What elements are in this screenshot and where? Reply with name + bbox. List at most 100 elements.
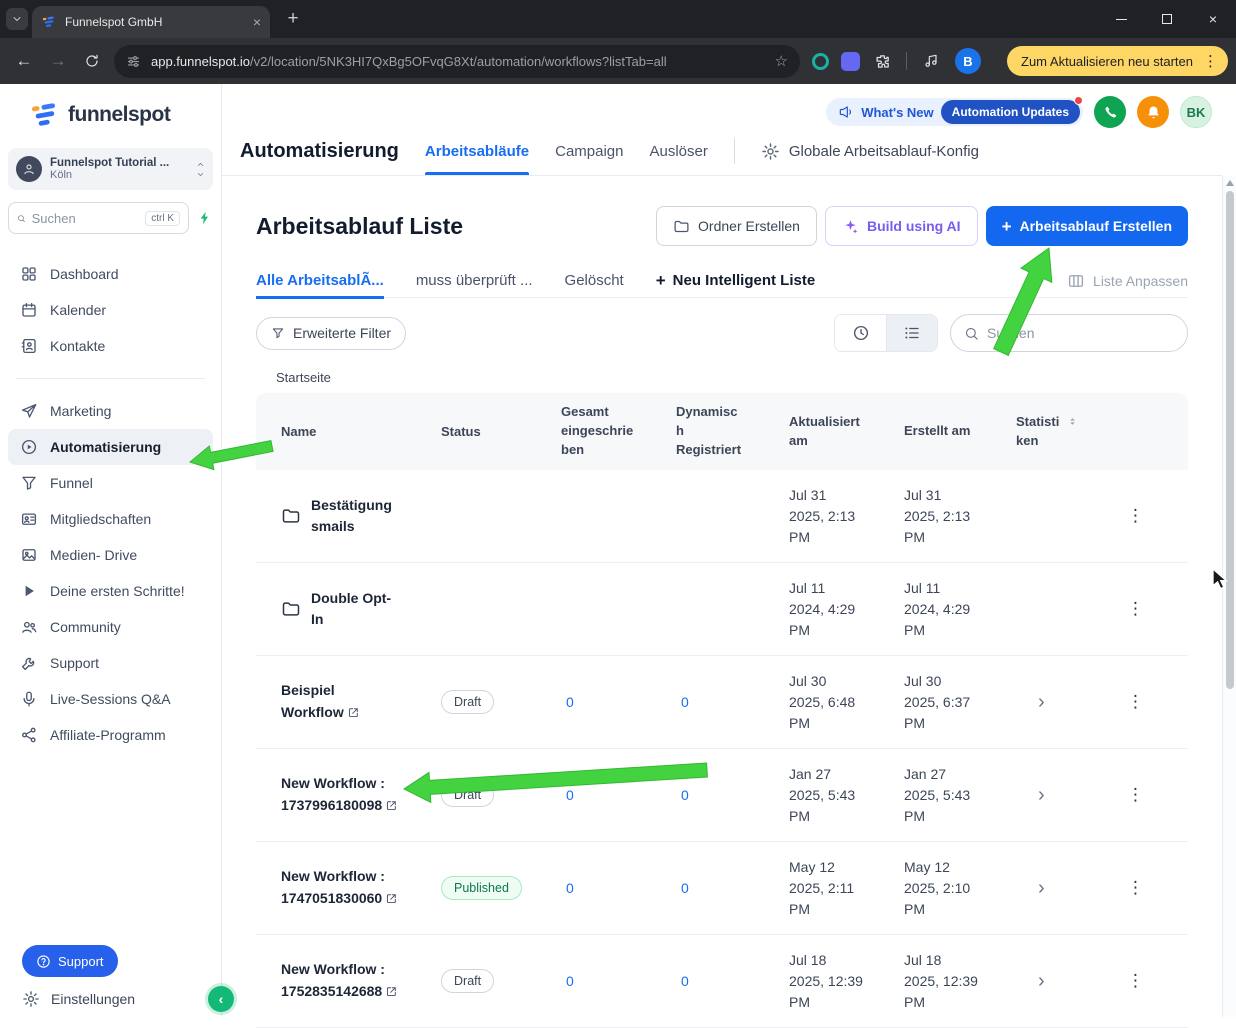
create-workflow-button[interactable]: + Arbeitsablauf Erstellen	[985, 206, 1188, 246]
table-row[interactable]: New Workflow : 1752835142688 Draft 0 0 J…	[256, 935, 1188, 1028]
dynamic-count[interactable]: 0	[681, 787, 689, 803]
external-link-icon[interactable]	[385, 985, 398, 998]
user-avatar[interactable]: BK	[1180, 96, 1212, 128]
sidebar-search-input[interactable]	[31, 210, 140, 226]
new-tab-button[interactable]: +	[280, 8, 306, 30]
sidebar-item-medien-drive[interactable]: Medien- Drive	[8, 537, 213, 573]
enrolled-count[interactable]: 0	[566, 973, 574, 989]
table-row[interactable]: New Workflow : 1747051830060 Published 0…	[256, 842, 1188, 935]
table-row[interactable]: New Workflow : 1737996180098 Draft 0 0 J…	[256, 749, 1188, 842]
dynamic-count[interactable]: 0	[681, 880, 689, 896]
site-settings-icon[interactable]	[126, 54, 141, 69]
workflow-name[interactable]: New Workflow : 1752835142688	[281, 961, 385, 999]
browser-profile-avatar[interactable]: B	[955, 48, 981, 74]
sidebar-item-automatisierung[interactable]: Automatisierung	[8, 429, 213, 465]
tab-search-button[interactable]	[6, 8, 28, 30]
window-minimize-button[interactable]	[1098, 0, 1144, 38]
row-menu-icon[interactable]: ⋮	[1127, 785, 1144, 804]
breadcrumb[interactable]: Startseite	[276, 370, 1188, 385]
row-menu-icon[interactable]: ⋮	[1127, 599, 1144, 618]
table-search-input[interactable]	[987, 325, 1174, 341]
advanced-filter-button[interactable]: Erweiterte Filter	[256, 316, 407, 350]
bookmark-star-icon[interactable]: ☆	[775, 52, 788, 70]
forward-button[interactable]: →	[42, 45, 74, 77]
browser-tab[interactable]: Funnelspot GmbH ×	[32, 6, 270, 38]
browser-menu-icon[interactable]: ⋮	[1199, 52, 1222, 70]
sidebar-item-affiliate[interactable]: Affiliate-Programm	[8, 717, 213, 753]
table-search[interactable]	[950, 314, 1188, 352]
support-floating-button[interactable]: Support	[22, 945, 118, 977]
sidebar-item-kontakte[interactable]: Kontakte	[8, 328, 213, 364]
sidebar-item-live-sessions[interactable]: Live-Sessions Q&A	[8, 681, 213, 717]
sidebar-search[interactable]: ctrl K	[8, 202, 189, 234]
sidebar-item-mitgliedschaften[interactable]: Mitgliedschaften	[8, 501, 213, 537]
history-view-button[interactable]	[835, 315, 886, 351]
enrolled-count[interactable]: 0	[566, 880, 574, 896]
restart-to-update-button[interactable]: Zum Aktualisieren neu starten ⋮	[1007, 46, 1228, 76]
list-tab-muss-ueberprueft[interactable]: muss überprüft ...	[416, 264, 533, 298]
sidebar-item-community[interactable]: Community	[8, 609, 213, 645]
list-view-button[interactable]	[886, 315, 937, 351]
back-button[interactable]: ←	[8, 45, 40, 77]
table-row[interactable]: Beispiel Workflow Draft 0 0 Jul 30 2025,…	[256, 656, 1188, 749]
row-chevron-icon[interactable]: ›	[1038, 970, 1045, 992]
new-smart-list-button[interactable]: + Neu Intelligent Liste	[656, 264, 815, 298]
folder-name[interactable]: Bestätigung smails	[311, 495, 397, 537]
external-link-icon[interactable]	[347, 706, 360, 719]
global-workflow-config-link[interactable]: Globale Arbeitsablauf-Konfig	[761, 142, 979, 161]
tab-ausloeser[interactable]: Auslöser	[649, 127, 707, 175]
bolt-icon[interactable]	[197, 210, 213, 226]
folder-name[interactable]: Double Opt-In	[311, 588, 397, 630]
scrollbar-thumb[interactable]	[1225, 191, 1234, 689]
tab-campaign[interactable]: Campaign	[555, 127, 623, 175]
customize-list-button[interactable]: Liste Anpassen	[1067, 272, 1188, 290]
dynamic-count[interactable]: 0	[681, 973, 689, 989]
workflow-name[interactable]: Beispiel Workflow	[281, 682, 344, 720]
row-menu-icon[interactable]: ⋮	[1127, 878, 1144, 897]
address-bar[interactable]: app.funnelspot.io/v2/location/5NK3HI7QxB…	[114, 44, 800, 78]
media-control-icon[interactable]	[915, 45, 947, 77]
row-chevron-icon[interactable]: ›	[1038, 877, 1045, 899]
sidebar-item-dashboard[interactable]: Dashboard	[8, 256, 213, 292]
window-close-button[interactable]: ×	[1190, 0, 1236, 38]
create-folder-button[interactable]: Ordner Erstellen	[656, 206, 817, 246]
external-link-icon[interactable]	[385, 799, 398, 812]
row-chevron-icon[interactable]: ›	[1038, 784, 1045, 806]
sidebar-item-funnel[interactable]: Funnel	[8, 465, 213, 501]
sidebar-item-erste-schritte[interactable]: Deine ersten Schritte!	[8, 573, 213, 609]
list-tab-geloescht[interactable]: Gelöscht	[565, 264, 624, 298]
content-scrollbar[interactable]	[1222, 176, 1236, 1017]
scrollbar-up-arrow[interactable]	[1226, 180, 1234, 186]
sort-icon[interactable]	[1067, 416, 1078, 427]
row-menu-icon[interactable]: ⋮	[1127, 971, 1144, 990]
sidebar-item-marketing[interactable]: Marketing	[8, 393, 213, 429]
external-link-icon[interactable]	[385, 892, 398, 905]
extensions-puzzle-icon[interactable]	[866, 45, 898, 77]
extension-icon-teal[interactable]	[812, 52, 829, 70]
list-tab-alle[interactable]: Alle ArbeitsablÃ...	[256, 264, 384, 299]
row-menu-icon[interactable]: ⋮	[1127, 506, 1144, 525]
whats-new-pill[interactable]: What's New Automation Updates	[826, 96, 1083, 126]
tab-close-icon[interactable]: ×	[253, 15, 261, 29]
row-menu-icon[interactable]: ⋮	[1127, 692, 1144, 711]
workflow-name[interactable]: New Workflow : 1747051830060	[281, 868, 385, 906]
dynamic-count[interactable]: 0	[681, 694, 689, 710]
enrolled-count[interactable]: 0	[566, 694, 574, 710]
location-switcher[interactable]: Funnelspot Tutorial ... Köln	[8, 148, 213, 190]
workflow-name[interactable]: New Workflow : 1737996180098	[281, 775, 385, 813]
extension-icon-purple[interactable]	[841, 51, 860, 71]
build-using-ai-button[interactable]: Build using AI	[824, 206, 978, 246]
row-chevron-icon[interactable]: ›	[1038, 691, 1045, 713]
sidebar-item-einstellungen[interactable]: Einstellungen	[22, 990, 135, 1008]
enrolled-count[interactable]: 0	[566, 787, 574, 803]
sidebar-item-kalender[interactable]: Kalender	[8, 292, 213, 328]
table-row[interactable]: Bestätigung smails Jul 31 2025, 2:13 PM …	[256, 470, 1188, 563]
tab-arbeitsablaeufe[interactable]: Arbeitsabläufe	[424, 127, 530, 175]
reload-button[interactable]	[76, 45, 108, 77]
sidebar-collapse-button[interactable]: ‹	[208, 986, 234, 1012]
notifications-button[interactable]	[1137, 96, 1169, 128]
phone-button[interactable]	[1094, 96, 1126, 128]
table-row[interactable]: Double Opt-In Jul 11 2024, 4:29 PM Jul 1…	[256, 563, 1188, 656]
sidebar-item-support[interactable]: Support	[8, 645, 213, 681]
automation-updates-pill[interactable]: Automation Updates	[940, 96, 1083, 124]
